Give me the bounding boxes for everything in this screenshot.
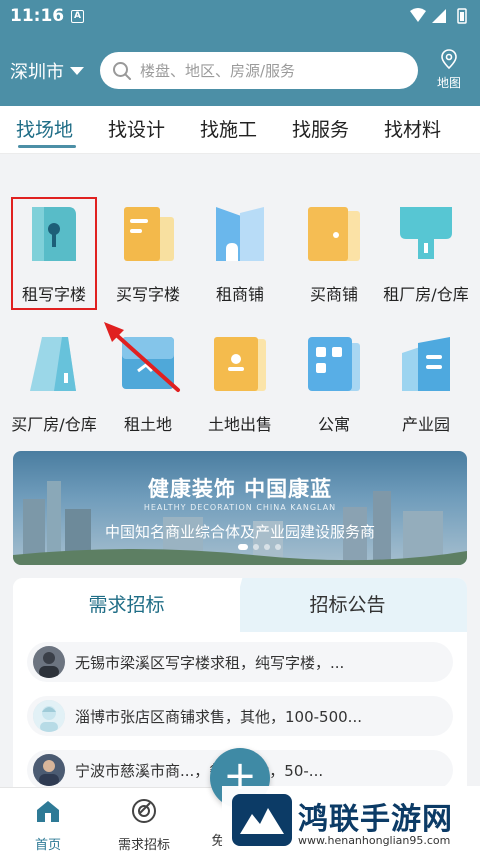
banner-title: 健康装饰 中国康蓝 (147, 477, 333, 501)
category-land-sale[interactable]: 土地出售 (192, 333, 288, 435)
category-factory-buy[interactable]: 买厂房/仓库 (6, 333, 102, 435)
watermark-logo-icon (232, 794, 292, 846)
list-item[interactable]: 无锡市梁溪区写字楼求租，纯写字楼，... (27, 642, 453, 682)
category-shop-buy[interactable]: 买商铺 (286, 203, 382, 305)
caret-down-icon (70, 67, 84, 75)
category-land-rent[interactable]: 租土地 (100, 333, 196, 435)
home-icon (37, 801, 59, 822)
promo-banner[interactable]: 健康装饰 中国康蓝 HEALTHY DECORATION CHINA KANGL… (13, 451, 467, 565)
tab-demand-tender[interactable]: 需求招标 (13, 578, 240, 632)
tab-find-venue[interactable]: 找场地 (16, 106, 108, 154)
list-item-text: 宁波市慈溪市商...，餐饮美食，50-... (75, 761, 324, 780)
category-label: 租土地 (123, 415, 172, 434)
office-buy-icon (124, 207, 174, 261)
system-status-icons (410, 8, 467, 24)
apartment-icon (308, 337, 360, 391)
status-time: 11:16 (10, 6, 65, 26)
category-label: 土地出售 (207, 415, 272, 434)
notification-a-icon: A (71, 10, 84, 23)
nav-demand-tender[interactable]: 需求招标 (104, 798, 184, 853)
factory-buy-icon (30, 337, 76, 391)
avatar (33, 646, 65, 678)
land-rent-icon (122, 337, 174, 389)
industrial-park-icon (402, 337, 450, 391)
category-industrial-park[interactable]: 产业园 (378, 333, 474, 435)
watermark-url: www.henanhonglian95.com (298, 834, 451, 847)
category-label: 买写字楼 (115, 285, 180, 304)
tab-find-construction[interactable]: 找施工 (200, 106, 292, 154)
banner-pagination (238, 544, 281, 550)
avatar (33, 700, 65, 732)
highlight-box (11, 197, 97, 310)
list-item-text: 无锡市梁溪区写字楼求租，纯写字楼，... (75, 653, 345, 672)
map-label: 地图 (436, 76, 461, 90)
nav-label: 需求招标 (117, 838, 170, 853)
tab-find-design[interactable]: 找设计 (108, 106, 200, 154)
category-label: 租商铺 (215, 285, 264, 304)
category-label: 产业园 (401, 415, 450, 434)
category-label: 租厂房/仓库 (383, 285, 469, 304)
search-box[interactable] (100, 52, 418, 89)
tab-tender-notice[interactable]: 招标公告 (228, 578, 467, 632)
search-input[interactable] (140, 61, 400, 80)
shop-rent-icon (216, 207, 264, 261)
city-search-bar: 深圳市 地图 (0, 49, 480, 90)
shop-buy-icon (308, 207, 360, 261)
tab-find-service[interactable]: 找服务 (292, 106, 384, 154)
panel-tabs: 招标公告 需求招标 (13, 578, 467, 632)
banner-subtitle-en: HEALTHY DECORATION CHINA KANGLAN (143, 503, 337, 512)
site-watermark: 鸿联手游网 www.henanhonglian95.com (222, 786, 480, 854)
category-label: 公寓 (317, 415, 350, 434)
avatar (33, 754, 65, 786)
map-pin-icon (441, 49, 457, 70)
banner-subtitle: 中国知名商业综合体及产业园建设服务商 (104, 523, 375, 541)
watermark-text: 鸿联手游网 (298, 802, 453, 837)
category-apartment[interactable]: 公寓 (286, 333, 382, 435)
nav-home[interactable]: 首页 (8, 798, 88, 853)
nav-label: 首页 (34, 838, 61, 853)
status-bar: 11:16 A (0, 0, 480, 32)
search-icon (113, 61, 131, 80)
list-item-text: 淄博市张店区商铺求售，其他，100-500... (75, 707, 362, 726)
factory-rent-icon (400, 207, 452, 259)
land-sale-icon (214, 337, 266, 391)
city-label: 深圳市 (10, 62, 64, 83)
category-shop-rent[interactable]: 租商铺 (192, 203, 288, 305)
category-office-buy[interactable]: 买写字楼 (100, 203, 196, 305)
tab-find-materials[interactable]: 找材料 (384, 106, 476, 154)
category-factory-rent[interactable]: 租厂房/仓库 (378, 203, 474, 305)
category-label: 买商铺 (309, 285, 358, 304)
category-label: 买厂房/仓库 (11, 415, 97, 434)
map-button[interactable]: 地图 (432, 48, 466, 91)
city-selector[interactable]: 深圳市 (10, 58, 84, 84)
target-icon (132, 799, 156, 823)
category-tabs: 找场地 找设计 找施工 找服务 找材料 (0, 106, 480, 154)
list-item[interactable]: 淄博市张店区商铺求售，其他，100-500... (27, 696, 453, 736)
